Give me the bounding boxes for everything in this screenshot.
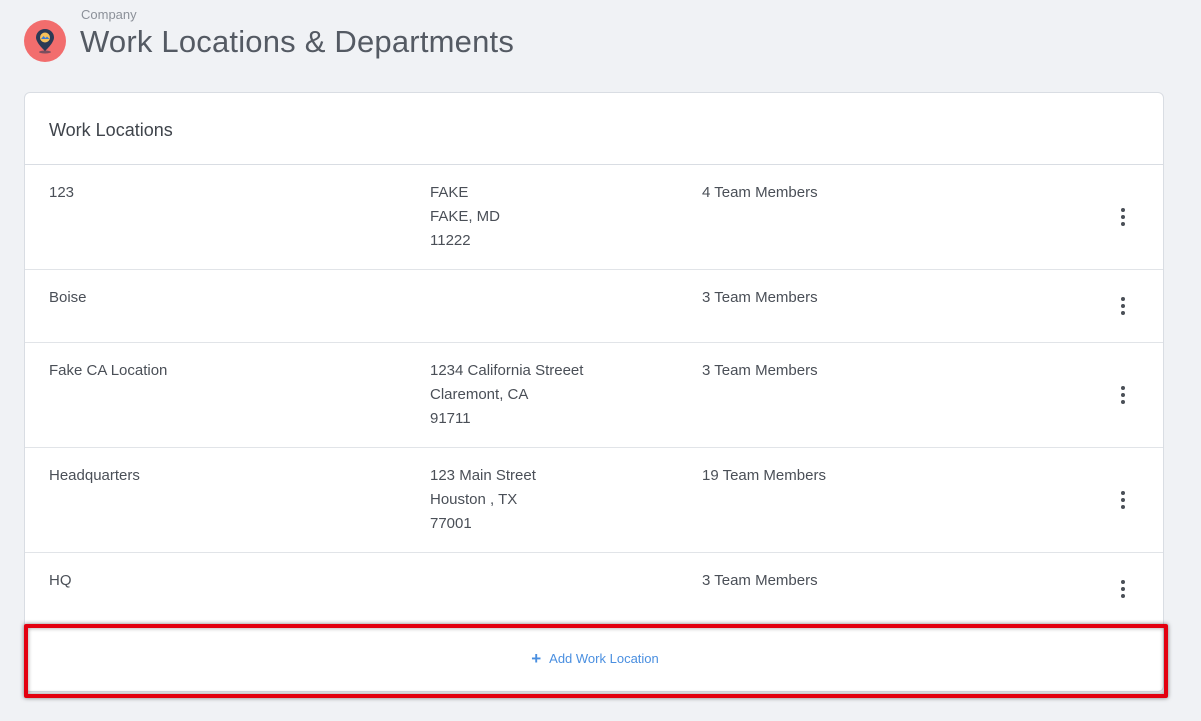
more-options-icon[interactable] [1113, 577, 1133, 601]
more-options-icon[interactable] [1113, 488, 1133, 512]
plus-icon: + [531, 648, 542, 668]
add-work-location-button[interactable]: + Add Work Location [25, 623, 1163, 691]
team-members-count[interactable]: 3 Team Members [702, 359, 818, 383]
address-line: 91711 [430, 410, 471, 427]
address-line: Claremont, CA [430, 386, 529, 403]
team-members-count[interactable]: 19 Team Members [702, 464, 826, 488]
address-line: 1234 California Streeet [430, 362, 584, 379]
card-title: Work Locations [49, 120, 173, 140]
location-address: 1234 California Streeet Claremont, CA 91… [430, 359, 583, 431]
address-line: FAKE, MD [430, 208, 501, 225]
location-name: Fake CA Location [49, 362, 168, 379]
location-name: 123 [49, 184, 75, 201]
address-line: 77001 [430, 515, 472, 532]
page-header: Company Work Locations & Departments [24, 0, 624, 80]
card-header: Work Locations [25, 93, 1163, 165]
address-line: 11222 [430, 232, 471, 249]
work-locations-card: Work Locations 123 FAKE FAKE, MD 11222 4… [24, 92, 1164, 692]
breadcrumb[interactable]: Company [81, 7, 137, 22]
location-address: FAKE FAKE, MD 11222 [430, 181, 500, 253]
location-name: Headquarters [49, 467, 140, 484]
table-row: Boise 3 Team Members [25, 270, 1163, 343]
team-members-count[interactable]: 3 Team Members [702, 286, 818, 310]
location-pin-icon [24, 20, 66, 62]
location-name: Boise [49, 289, 87, 306]
address-line: FAKE [430, 184, 469, 201]
team-members-count[interactable]: 3 Team Members [702, 569, 818, 593]
address-line: 123 Main Street [430, 467, 536, 484]
location-address: 123 Main Street Houston , TX 77001 [430, 464, 536, 536]
page-title: Work Locations & Departments [80, 24, 515, 59]
more-options-icon[interactable] [1113, 383, 1133, 407]
more-options-icon[interactable] [1113, 205, 1133, 229]
add-location-row: + Add Work Location [25, 623, 1163, 691]
more-options-icon[interactable] [1113, 294, 1133, 318]
location-name: HQ [49, 572, 72, 589]
add-work-location-label: Add Work Location [549, 650, 659, 666]
table-row: HQ 3 Team Members [25, 553, 1163, 622]
team-members-count[interactable]: 4 Team Members [702, 181, 818, 205]
table-row: 123 FAKE FAKE, MD 11222 4 Team Members [25, 165, 1163, 270]
table-row: Headquarters 123 Main Street Houston , T… [25, 448, 1163, 553]
table-row: Fake CA Location 1234 California Streeet… [25, 343, 1163, 448]
address-line: Houston , TX [430, 491, 518, 508]
